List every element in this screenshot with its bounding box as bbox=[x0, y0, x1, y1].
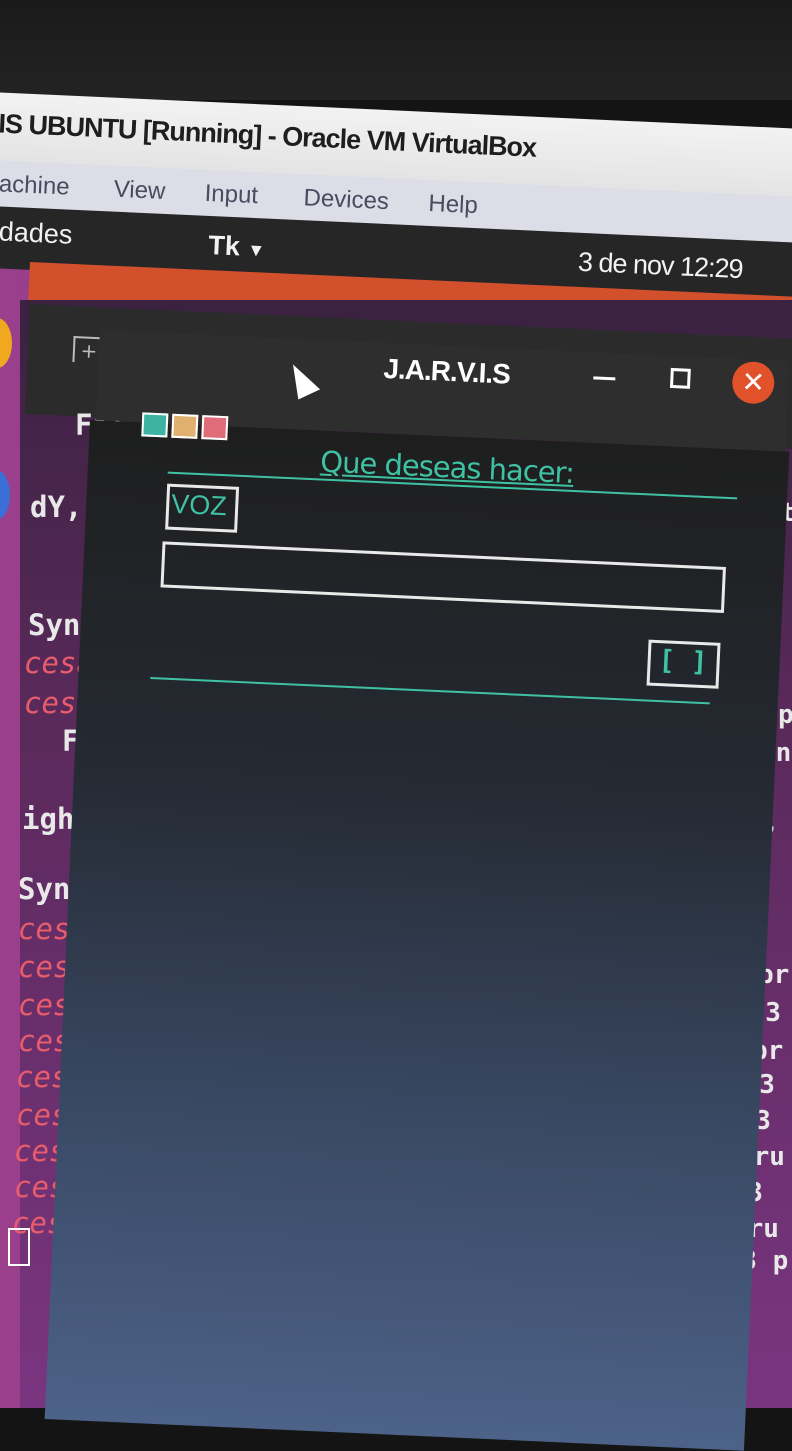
small-button[interactable]: [ ] bbox=[646, 639, 721, 689]
menu-help[interactable]: Help bbox=[428, 190, 479, 220]
menu-input[interactable]: Input bbox=[204, 180, 259, 210]
prompt-label: Que deseas hacer: bbox=[319, 444, 575, 490]
clock[interactable]: 3 de nov 12:29 bbox=[577, 247, 743, 285]
close-button[interactable]: ✕ bbox=[731, 360, 776, 405]
palette-square-teal bbox=[141, 412, 169, 438]
app-menu-label: Tk bbox=[207, 229, 241, 262]
terminal-cursor bbox=[8, 1228, 30, 1266]
small-button-label: [ ] bbox=[657, 645, 709, 679]
voz-button-label: VOZ bbox=[170, 488, 228, 522]
command-input[interactable] bbox=[160, 541, 726, 613]
menu-view[interactable]: View bbox=[113, 176, 166, 206]
activities-button[interactable]: dades bbox=[0, 216, 73, 250]
palette-square-orange bbox=[171, 413, 199, 439]
chevron-down-icon: ▼ bbox=[246, 239, 266, 261]
jarvis-window: Que deseas hacer: VOZ [ ] bbox=[44, 412, 790, 1451]
maximize-button[interactable] bbox=[669, 367, 691, 389]
window-title-jarvis: J.A.R.V.I.S bbox=[382, 352, 511, 390]
voz-button[interactable]: VOZ bbox=[165, 483, 240, 533]
menu-machine[interactable]: achine bbox=[0, 170, 70, 201]
palette-square-red bbox=[201, 415, 229, 441]
minimize-button[interactable] bbox=[593, 376, 616, 381]
window-title: IS UBUNTU [Running] - Oracle VM VirtualB… bbox=[0, 108, 537, 163]
bottom-separator bbox=[150, 677, 710, 705]
app-menu[interactable]: Tk ▼ bbox=[208, 230, 266, 264]
monitor-bezel bbox=[0, 0, 792, 100]
menu-devices[interactable]: Devices bbox=[303, 184, 389, 216]
terminal-line: p bbox=[778, 700, 792, 730]
